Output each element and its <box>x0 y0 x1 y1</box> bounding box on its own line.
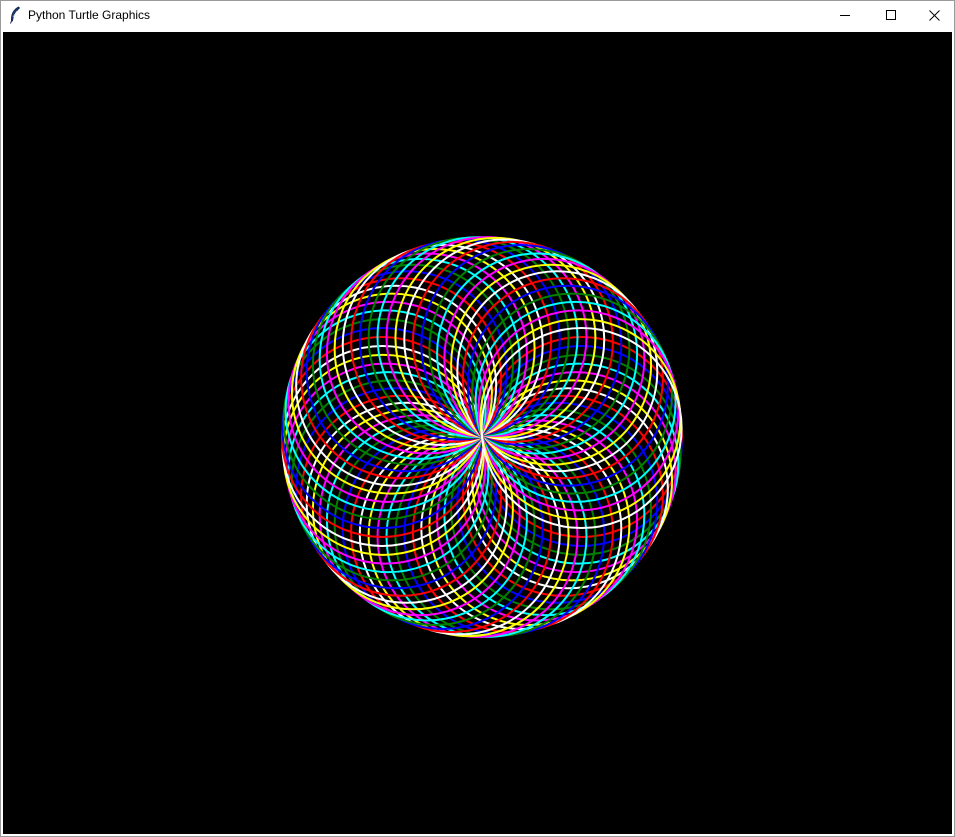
turtle-canvas[interactable] <box>3 32 952 834</box>
maximize-button[interactable] <box>868 1 914 30</box>
title-bar[interactable]: Python Turtle Graphics <box>1 1 954 30</box>
spirograph-drawing <box>281 236 683 638</box>
close-button[interactable] <box>914 1 954 30</box>
spiro-circle <box>358 433 561 636</box>
window-title: Python Turtle Graphics <box>28 8 151 22</box>
spiro-circle <box>403 433 606 636</box>
spiro-circle <box>358 238 561 441</box>
minimize-icon <box>840 15 850 16</box>
feather-icon <box>9 6 21 24</box>
maximize-icon <box>886 10 896 20</box>
turtle-window: Python Turtle Graphics <box>0 0 955 837</box>
spiro-circle <box>403 238 606 441</box>
close-icon <box>929 10 940 21</box>
minimize-button[interactable] <box>822 1 868 30</box>
